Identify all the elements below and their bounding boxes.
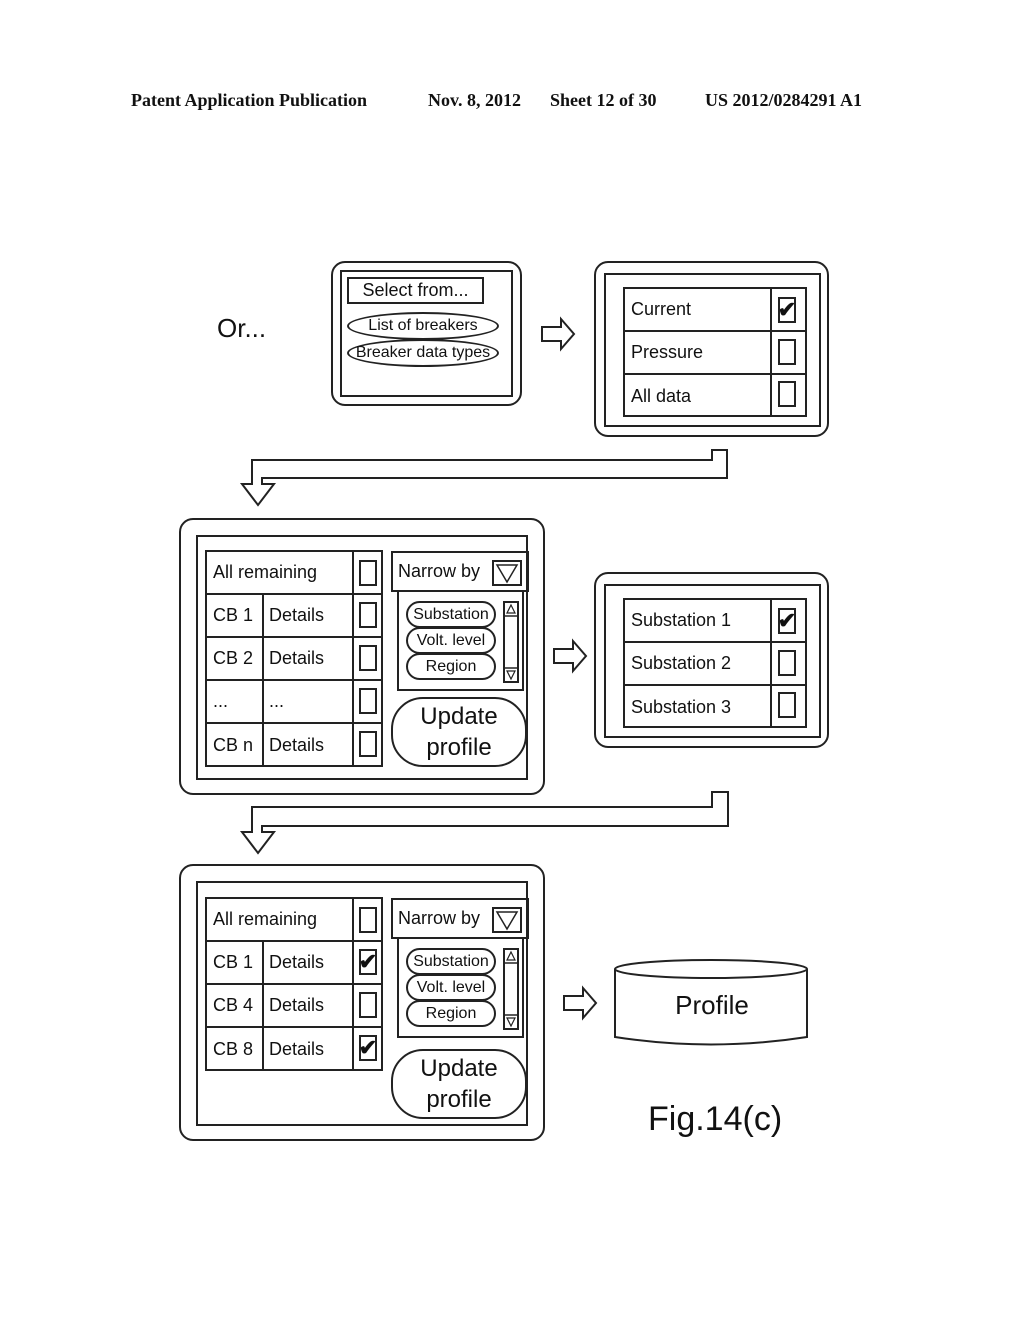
- narrow-by-list: Substation Volt. level Region: [397, 937, 524, 1038]
- update-profile-line1: Update: [420, 1055, 498, 1082]
- narrow-by-dropdown[interactable]: Narrow by: [391, 898, 529, 939]
- update-profile-button[interactable]: Update profile: [391, 1049, 527, 1119]
- breaker-list-panel-2: All remaining CB 1 Details ✔ CB 4 Detail…: [179, 864, 545, 1141]
- breaker-details-link[interactable]: Details: [263, 942, 352, 983]
- all-remaining-label: All remaining: [213, 909, 318, 929]
- breaker-details-link[interactable]: Details: [263, 985, 352, 1026]
- checkmark-icon: ✔: [358, 949, 378, 974]
- profile-database-label: Profile: [675, 990, 749, 1020]
- breaker-id: CB 4: [213, 995, 254, 1015]
- breaker-checkbox[interactable]: ✔: [359, 1035, 377, 1061]
- all-remaining-checkbox[interactable]: [359, 907, 377, 933]
- narrow-by-label: Narrow by: [398, 908, 481, 928]
- breaker-row[interactable]: CB 8 Details ✔: [207, 1028, 381, 1071]
- breaker-table-2: All remaining CB 1 Details ✔ CB 4 Detail…: [205, 897, 383, 1071]
- narrow-option-volt-level[interactable]: Volt. level: [406, 974, 496, 1001]
- breaker-row[interactable]: CB 1 Details ✔: [207, 942, 381, 985]
- breaker-checkbox[interactable]: ✔: [359, 949, 377, 975]
- narrow-option-region[interactable]: Region: [406, 1000, 496, 1027]
- narrow-option-substation[interactable]: Substation: [406, 948, 496, 975]
- breaker-checkbox[interactable]: [359, 992, 377, 1018]
- breaker-list-screen-2: All remaining CB 1 Details ✔ CB 4 Detail…: [196, 881, 529, 1126]
- breaker-id: CB 8: [213, 1039, 254, 1059]
- arrow-right-icon: [563, 985, 598, 1021]
- figure-label: Fig.14(c): [648, 1100, 783, 1138]
- update-profile-line2: profile: [426, 1086, 492, 1113]
- scrollbar[interactable]: [503, 948, 519, 1030]
- checkmark-icon: ✔: [358, 1035, 378, 1060]
- breaker-row[interactable]: CB 4 Details: [207, 985, 381, 1028]
- breaker-id: CB 1: [213, 952, 254, 972]
- dropdown-arrow-icon[interactable]: [492, 907, 522, 933]
- breaker-details-link[interactable]: Details: [263, 1028, 352, 1071]
- all-remaining-row[interactable]: All remaining: [207, 899, 381, 942]
